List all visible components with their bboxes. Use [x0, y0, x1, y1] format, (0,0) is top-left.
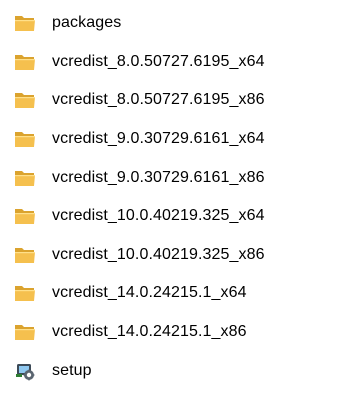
file-name: packages	[52, 14, 122, 32]
file-name: setup	[52, 361, 92, 379]
file-item-vcredist-14-x86[interactable]: vcredist_14.0.24215.1_x86	[0, 313, 341, 352]
file-name: vcredist_10.0.40219.325_x86	[52, 245, 265, 263]
file-item-vcredist-10-x64[interactable]: vcredist_10.0.40219.325_x64	[0, 197, 341, 236]
file-item-setup[interactable]: setup	[0, 351, 341, 390]
file-name: vcredist_8.0.50727.6195_x64	[52, 52, 265, 70]
folder-icon	[12, 12, 38, 34]
folder-icon	[12, 321, 38, 343]
file-name: vcredist_14.0.24215.1_x64	[52, 284, 247, 302]
file-name: vcredist_9.0.30729.6161_x86	[52, 168, 265, 186]
file-item-vcredist-10-x86[interactable]: vcredist_10.0.40219.325_x86	[0, 236, 341, 275]
file-item-vcredist-8-x86[interactable]: vcredist_8.0.50727.6195_x86	[0, 81, 341, 120]
folder-icon	[12, 282, 38, 304]
file-item-vcredist-8-x64[interactable]: vcredist_8.0.50727.6195_x64	[0, 43, 341, 82]
file-name: vcredist_14.0.24215.1_x86	[52, 323, 247, 341]
file-item-vcredist-9-x64[interactable]: vcredist_9.0.30729.6161_x64	[0, 120, 341, 159]
folder-icon	[12, 244, 38, 266]
folder-icon	[12, 89, 38, 111]
setup-app-icon	[12, 360, 38, 382]
folder-icon	[12, 205, 38, 227]
file-name: vcredist_10.0.40219.325_x64	[52, 207, 265, 225]
file-item-vcredist-14-x64[interactable]: vcredist_14.0.24215.1_x64	[0, 274, 341, 313]
file-name: vcredist_9.0.30729.6161_x64	[52, 130, 265, 148]
file-item-vcredist-9-x86[interactable]: vcredist_9.0.30729.6161_x86	[0, 158, 341, 197]
folder-icon	[12, 128, 38, 150]
file-list: packages vcredist_8.0.50727.6195_x64 vcr…	[0, 4, 341, 390]
folder-icon	[12, 51, 38, 73]
file-name: vcredist_8.0.50727.6195_x86	[52, 91, 265, 109]
folder-icon	[12, 167, 38, 189]
file-item-packages[interactable]: packages	[0, 4, 341, 43]
